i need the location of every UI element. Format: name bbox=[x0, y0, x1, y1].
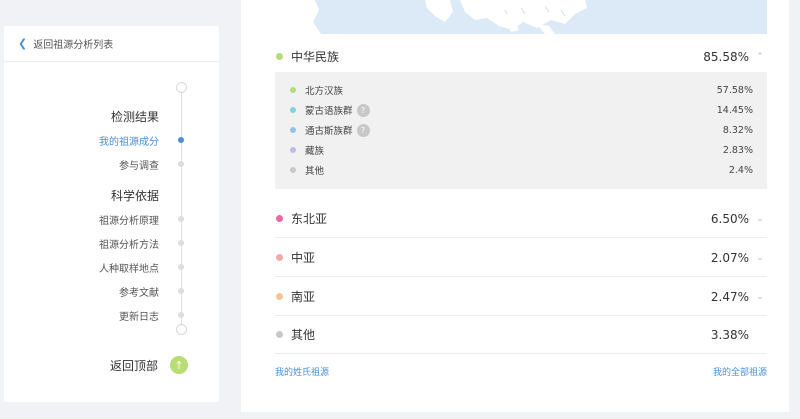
chevron-up-icon[interactable]: ⌃ bbox=[753, 52, 767, 62]
legend-dot bbox=[290, 87, 296, 93]
region-name: 其他 bbox=[291, 328, 316, 342]
region-percent: 2.07% bbox=[710, 250, 749, 265]
footer-links: 我的姓氏祖源 我的全部祖源 bbox=[275, 365, 767, 378]
region-percent: 2.47% bbox=[710, 289, 749, 304]
region-name: 中华民族 bbox=[291, 50, 340, 64]
subgroup-name: 北方汉族 bbox=[305, 86, 344, 97]
legend-dot bbox=[276, 254, 283, 261]
region-row-northeast-asia[interactable]: 东北亚 6.50% ⌄ bbox=[275, 200, 767, 238]
all-ancestry-link[interactable]: 我的全部祖源 bbox=[713, 365, 767, 378]
nav-dot bbox=[178, 216, 184, 222]
timeline-end-circle bbox=[176, 324, 187, 335]
subgroup-percent: 57.58% bbox=[716, 84, 753, 96]
region-row-china[interactable]: 中华民族 85.58% ⌃ bbox=[275, 38, 767, 76]
back-to-list-link[interactable]: ❮ 返回祖源分析列表 bbox=[4, 26, 219, 62]
region-percent: 6.50% bbox=[710, 211, 749, 226]
subgroup-name-wrap: 通古斯族群 ? bbox=[305, 123, 370, 137]
back-to-list-label: 返回祖源分析列表 bbox=[33, 40, 114, 51]
nav-item-sampling[interactable]: 人种取样地点 bbox=[99, 260, 159, 275]
region-row-south-asia[interactable]: 南亚 2.47% ⌄ bbox=[275, 278, 767, 316]
map-landmass bbox=[275, 0, 587, 34]
chevron-down-icon[interactable]: ⌄ bbox=[753, 214, 767, 224]
subgroup-name: 蒙古语族群 bbox=[305, 106, 353, 117]
arrow-up-icon[interactable]: ↑ bbox=[170, 356, 188, 374]
help-icon[interactable]: ? bbox=[356, 123, 370, 137]
legend-dot bbox=[276, 53, 283, 60]
sidebar: ❮ 返回祖源分析列表 检测结果 我的祖源成分 参与调查 科学依据 祖源分析原理 … bbox=[4, 26, 219, 402]
surname-ancestry-link[interactable]: 我的姓氏祖源 bbox=[275, 365, 329, 378]
subgroup-row: 北方汉族 57.58% bbox=[290, 80, 753, 100]
world-map bbox=[275, 0, 767, 34]
help-icon[interactable]: ? bbox=[356, 103, 370, 117]
subgroup-row: 藏族 2.83% bbox=[290, 140, 753, 160]
region-percent: 85.58% bbox=[703, 49, 749, 64]
timeline-start-circle bbox=[176, 82, 187, 93]
legend-dot bbox=[290, 107, 296, 113]
subgroup-row: 通古斯族群 ? 8.32% bbox=[290, 120, 753, 140]
subgroup-name-wrap: 蒙古语族群 ? bbox=[305, 103, 370, 117]
nav-dot bbox=[178, 240, 184, 246]
nav-item-method[interactable]: 祖源分析方法 bbox=[99, 236, 159, 251]
back-to-top-label: 返回顶部 bbox=[109, 358, 158, 373]
subgroup-row: 其他 2.4% bbox=[290, 160, 753, 180]
region-row-other: 其他 3.38% bbox=[275, 316, 767, 354]
chevron-down-icon[interactable]: ⌄ bbox=[753, 292, 767, 302]
nav-dot bbox=[178, 312, 184, 318]
legend-dot bbox=[276, 331, 283, 338]
nav-dot bbox=[178, 161, 184, 167]
nav-heading-results: 检测结果 bbox=[110, 110, 159, 124]
subgroup-percent: 2.4% bbox=[728, 164, 753, 176]
subgroup-percent: 2.83% bbox=[722, 144, 753, 156]
legend-dot bbox=[290, 167, 296, 173]
subgroup-name: 通古斯族群 bbox=[305, 126, 353, 137]
region-name: 中亚 bbox=[291, 251, 316, 265]
region-percent: 3.38% bbox=[710, 327, 749, 342]
chevron-left-icon: ❮ bbox=[18, 37, 28, 50]
nav-dot bbox=[178, 288, 184, 294]
subgroup-row: 蒙古语族群 ? 14.45% bbox=[290, 100, 753, 120]
region-row-central-asia[interactable]: 中亚 2.07% ⌄ bbox=[275, 239, 767, 277]
subgroup-name: 其他 bbox=[305, 166, 325, 177]
back-to-top[interactable]: 返回顶部 ↑ bbox=[4, 356, 188, 374]
subgroup-percent: 14.45% bbox=[716, 104, 753, 116]
legend-dot bbox=[290, 127, 296, 133]
region-name: 南亚 bbox=[291, 290, 316, 304]
nav-dot bbox=[178, 264, 184, 270]
chevron-down-icon[interactable]: ⌄ bbox=[753, 253, 767, 263]
legend-dot bbox=[290, 147, 296, 153]
nav-item-changelog[interactable]: 更新日志 bbox=[119, 308, 159, 323]
nav-item-survey[interactable]: 参与调查 bbox=[119, 157, 159, 172]
region-name: 东北亚 bbox=[291, 212, 328, 226]
nav-heading-science: 科学依据 bbox=[110, 189, 159, 203]
subgroup-percent: 8.32% bbox=[722, 124, 753, 136]
nav-dot-active bbox=[178, 137, 184, 143]
nav-item-references[interactable]: 参考文献 bbox=[119, 284, 159, 299]
ancestry-panel: 中华民族 85.58% ⌃ 北方汉族 57.58% 蒙古语族群 ? 14.45%… bbox=[241, 0, 789, 412]
nav-item-principle[interactable]: 祖源分析原理 bbox=[99, 212, 159, 227]
legend-dot bbox=[276, 215, 283, 222]
subgroup-panel: 北方汉族 57.58% 蒙古语族群 ? 14.45% 通古斯族群 ? 8.32%… bbox=[275, 72, 767, 189]
nav-item-my-ancestry[interactable]: 我的祖源成分 bbox=[99, 133, 159, 148]
legend-dot bbox=[276, 293, 283, 300]
subgroup-name: 藏族 bbox=[305, 146, 325, 157]
